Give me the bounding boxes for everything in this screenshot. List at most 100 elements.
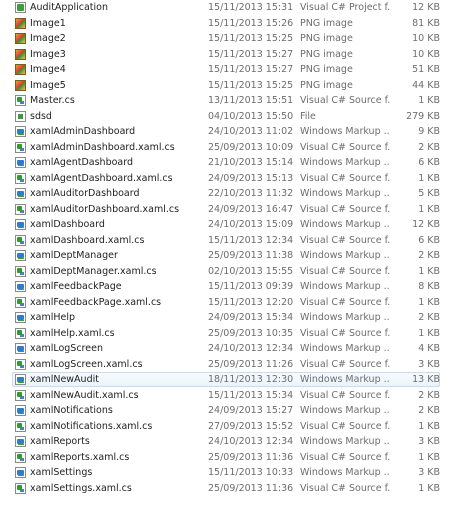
file-size: 3 KB [418,358,440,370]
xaml-icon [15,250,26,261]
file-size: 2 KB [418,141,440,153]
file-size: 12 KB [412,2,440,13]
file-list: AuditApplication 15/11/2013 15:31 Visual C… [0,0,474,505]
file-row[interactable]: xamlHelp 24/09/2013 15:34 Windows Markup .… [0,310,474,326]
file-size: 9 KB [418,126,440,137]
file-row[interactable]: xamlLogScreen 24/10/2013 12:34 Windows Mar… [0,341,474,357]
file-size: 4 KB [418,343,440,354]
file-size: 44 KB [412,79,440,91]
file-name: Master.cs [30,95,75,106]
file-row[interactable]: xamlAuditorDashboard 22/10/2013 11:32 Wind… [0,186,474,202]
file-date-modified: 15/11/2013 15:31 [208,2,294,13]
file-size: 10 KB [412,33,440,44]
file-row[interactable]: xamlHelp.xaml.cs 25/09/2013 10:35 Visual C… [0,326,474,342]
file-row[interactable]: xamlReports.xaml.cs 25/09/2013 11:36 Visua… [0,450,474,466]
file-date-modified: 15/11/2013 15:25 [208,79,294,91]
file-name: xamlFeedbackPage [30,281,122,292]
cs-icon [15,234,26,246]
file-date-modified: 15/11/2013 09:39 [208,281,294,292]
file-type: Visual C# Source f... [300,203,390,215]
xaml-icon [15,188,26,199]
file-size: 51 KB [412,64,440,75]
png-icon [15,79,26,91]
file-row[interactable]: xamlAgentDashboard.xaml.cs 24/09/2013 15:… [0,171,474,187]
file-size: 2 KB [418,405,440,416]
file-row[interactable]: xamlNotifications.xaml.cs 27/09/2013 15:5… [0,419,474,435]
cs-icon [15,358,26,370]
file-name: xamlNotifications [30,405,113,416]
file-row[interactable]: Master.cs 13/11/2013 15:51 Visual C# Sourc… [0,93,474,109]
cs-icon [15,203,26,215]
file-size: 13 KB [412,374,440,385]
file-size: 3 KB [418,467,440,478]
file-date-modified: 15/11/2013 15:27 [208,64,294,75]
file-row[interactable]: xamlFeedbackPage 15/11/2013 09:39 Windows … [0,279,474,295]
file-date-modified: 24/09/2013 15:27 [208,405,294,416]
file-name: Image1 [30,17,66,29]
file-size: 1 KB [418,203,440,215]
file-date-modified: 25/09/2013 10:09 [208,141,294,153]
file-row[interactable]: xamlAdminDashboard 24/10/2013 11:02 Window… [0,124,474,140]
file-row[interactable]: Image5 15/11/2013 15:25 PNG image 44 KB [0,78,474,94]
file-size: 1 KB [418,95,440,106]
file-name: xamlFeedbackPage.xaml.cs [30,296,162,308]
file-row[interactable]: Image2 15/11/2013 15:25 PNG image 10 KB [0,31,474,47]
file-row[interactable]: xamlSettings.xaml.cs 25/09/2013 11:36 Visu… [0,481,474,497]
cs-icon [15,482,26,494]
file-type: PNG image [300,79,353,91]
file-type: File [300,110,316,122]
file-row[interactable]: xamlNewAudit 18/11/2013 12:30 Windows Mark… [0,372,474,388]
file-row[interactable]: Image4 15/11/2013 15:27 PNG image 51 KB [0,62,474,78]
file-type: Visual C# Source f... [300,296,390,308]
file-size: 1 KB [418,420,440,432]
file-row[interactable]: AuditApplication 15/11/2013 15:31 Visual C… [0,0,474,16]
xaml-icon [15,312,26,323]
file-row[interactable]: xamlReports 24/10/2013 12:34 Windows Marku… [0,434,474,450]
file-name: xamlNewAudit [30,374,99,385]
file-date-modified: 18/11/2013 12:30 [208,374,294,385]
file-row[interactable]: xamlAgentDashboard 21/10/2013 15:14 Window… [0,155,474,171]
file-row[interactable]: xamlNotifications 24/09/2013 15:27 Windows… [0,403,474,419]
file-date-modified: 24/10/2013 12:34 [208,436,294,447]
file-date-modified: 24/09/2013 15:13 [208,172,294,184]
file-type: Visual C# Source f... [300,451,390,463]
file-date-modified: 24/10/2013 15:09 [208,219,294,230]
file-row[interactable]: xamlLogScreen.xaml.cs 25/09/2013 11:26 Vis… [0,357,474,373]
file-row[interactable]: xamlSettings 15/11/2013 10:33 Windows Mark… [0,465,474,481]
cs-icon [15,296,26,308]
file-row[interactable]: Image3 15/11/2013 15:27 PNG image 10 KB [0,47,474,63]
file-date-modified: 15/11/2013 10:33 [208,467,294,478]
file-name: xamlAdminDashboard [30,126,136,137]
file-row[interactable]: xamlDashboard 24/10/2013 15:09 Windows Mar… [0,217,474,233]
xaml-icon [15,467,26,478]
file-row[interactable]: xamlDashboard.xaml.cs 15/11/2013 12:34 Vis… [0,233,474,249]
file-type: Visual C# Source f... [300,141,390,153]
file-date-modified: 24/09/2013 15:34 [208,312,294,323]
file-type: Visual C# Source f... [300,234,390,246]
cs-icon [15,141,26,153]
file-name: xamlAuditorDashboard.xaml.cs [30,203,180,215]
file-row[interactable]: xamlDeptManager 25/09/2013 11:38 Windows M… [0,248,474,264]
file-row[interactable]: xamlAdminDashboard.xaml.cs 25/09/2013 10:… [0,140,474,156]
file-size: 6 KB [418,234,440,246]
cs-icon [15,172,26,184]
file-name: sdsd [30,110,52,122]
xaml-icon [15,436,26,447]
file-name: xamlLogScreen.xaml.cs [30,358,143,370]
file-row[interactable]: Image1 15/11/2013 15:26 PNG image 81 KB [0,16,474,32]
file-date-modified: 15/11/2013 15:25 [208,33,294,44]
file-row[interactable]: sdsd 04/10/2013 15:50 File 279 KB [0,109,474,125]
file-row[interactable]: xamlNewAudit.xaml.cs 15/11/2013 15:34 Visu… [0,388,474,404]
file-row[interactable]: xamlAuditorDashboard.xaml.cs 24/09/2013 1… [0,202,474,218]
xaml-icon [15,374,26,385]
file-name: xamlAuditorDashboard [30,188,140,199]
file-name: xamlHelp.xaml.cs [30,327,115,339]
file-type: PNG image [300,33,353,44]
file-name: xamlSettings [30,467,93,478]
file-row[interactable]: xamlFeedbackPage.xaml.cs 15/11/2013 12:20… [0,295,474,311]
file-row[interactable]: xamlDeptManager.xaml.cs 02/10/2013 15:55 V… [0,264,474,280]
cs-icon [15,451,26,463]
project-icon [15,2,26,13]
file-size: 2 KB [418,250,440,261]
cs-icon [15,420,26,432]
